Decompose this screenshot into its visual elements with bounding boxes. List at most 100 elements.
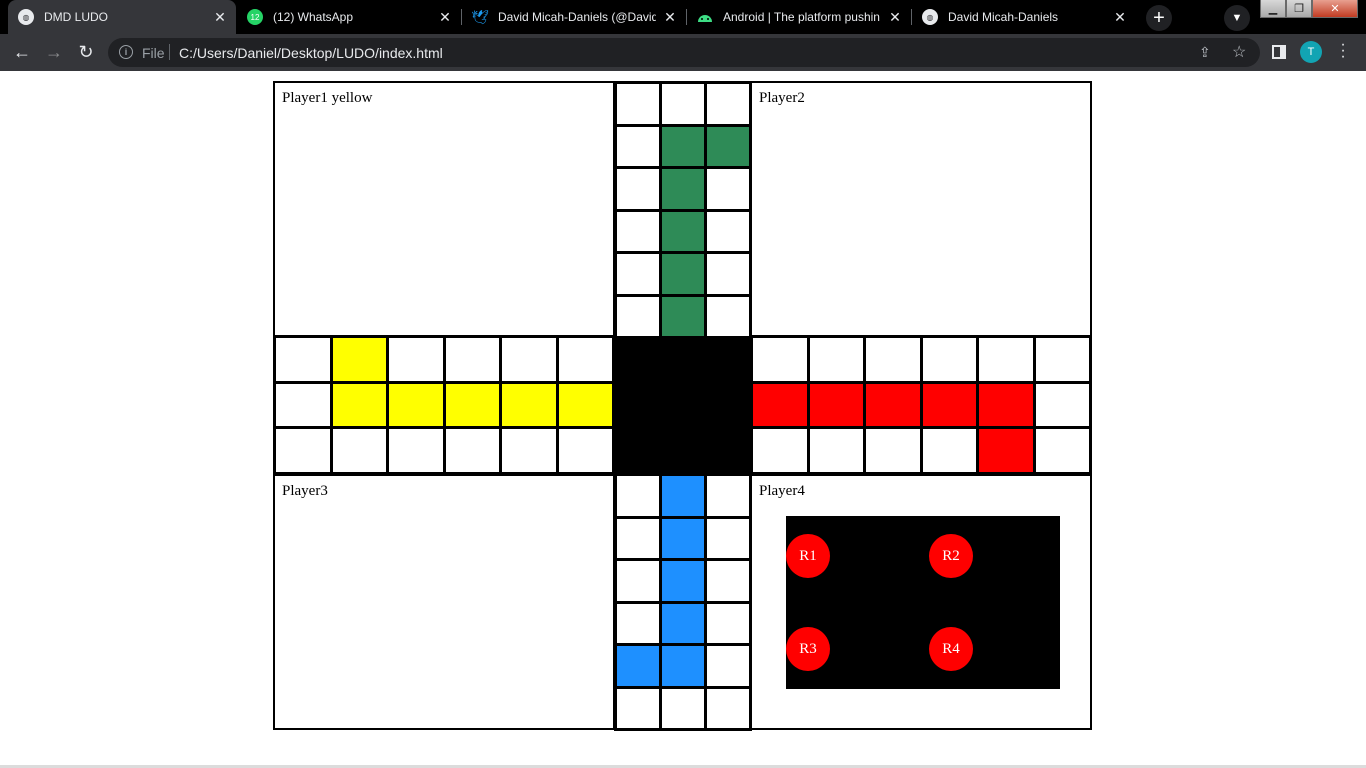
track-cell — [976, 335, 1036, 384]
side-panel-icon[interactable] — [1272, 45, 1286, 59]
globe-icon: ◍ — [18, 9, 34, 25]
tab-title: DMD LUDO — [44, 10, 109, 24]
track-cell — [614, 166, 662, 212]
home-player1-yellow: Player1 yellow — [273, 81, 615, 337]
track-cell — [704, 166, 752, 212]
home-label: Player2 — [759, 90, 805, 106]
track-cell — [442, 335, 502, 384]
tab-dmd-ludo[interactable]: ◍ DMD LUDO ✕ — [8, 0, 236, 34]
track-cell — [1032, 426, 1092, 475]
track-cell — [659, 81, 707, 127]
track-cell — [863, 335, 923, 384]
tab-title: David Micah-Daniels — [948, 10, 1059, 24]
track-cell — [806, 380, 866, 429]
track-cell — [329, 335, 389, 384]
tab-twitter[interactable]: 🕊 David Micah-Daniels (@David ✕ — [462, 0, 686, 34]
token-r2[interactable]: R2 — [929, 534, 973, 578]
whatsapp-badge: 12 — [250, 12, 260, 22]
track-cell — [704, 685, 752, 731]
track-cell — [614, 515, 662, 561]
browser-toolbar: ← → ↻ i File C:/Users/Daniel/Desktop/LUD… — [0, 34, 1366, 71]
tab-strip: ◍ DMD LUDO ✕ 12 (12) WhatsApp ✕ 🕊 David … — [0, 0, 1366, 34]
info-icon[interactable]: i — [119, 45, 133, 59]
ludo-board: Player1 yellow Player2 Player3 Player4 R… — [273, 81, 1093, 731]
track-cell — [704, 600, 752, 646]
android-icon — [697, 9, 713, 25]
track-cell — [659, 166, 707, 212]
kebab-menu-icon[interactable]: · · · — [1336, 37, 1350, 65]
track-cell — [614, 251, 662, 297]
player4-token-base: R1 R2 R3 R4 — [786, 516, 1060, 689]
track-cell — [273, 380, 333, 429]
close-icon[interactable]: ✕ — [212, 9, 228, 25]
close-icon[interactable]: ✕ — [662, 9, 678, 25]
tab-search-chevron-icon[interactable]: ▼ — [1224, 5, 1250, 31]
track-cell — [976, 426, 1036, 475]
track-cell — [555, 380, 615, 429]
track-cell — [614, 293, 662, 339]
new-tab-button[interactable]: + — [1146, 5, 1172, 31]
track-cell — [704, 251, 752, 297]
tab-david-micah-daniels[interactable]: ◍ David Micah-Daniels ✕ — [912, 0, 1136, 34]
track-cell — [273, 426, 333, 475]
whatsapp-icon: 12 — [247, 9, 263, 25]
maximize-button[interactable]: ❐ — [1286, 0, 1312, 18]
track-cell — [750, 426, 810, 475]
track-cell — [659, 515, 707, 561]
track-cell — [750, 380, 810, 429]
token-r4[interactable]: R4 — [929, 627, 973, 671]
twitter-icon: 🕊 — [471, 8, 489, 25]
track-cell — [329, 426, 389, 475]
home-player3: Player3 — [273, 474, 615, 730]
close-icon[interactable]: ✕ — [437, 9, 453, 25]
track-cell — [659, 473, 707, 519]
token-r1[interactable]: R1 — [786, 534, 830, 578]
track-cell — [704, 208, 752, 254]
window-close-button[interactable]: ✕ — [1312, 0, 1358, 18]
minimize-button[interactable]: ▁ — [1260, 0, 1286, 18]
track-cell — [1032, 380, 1092, 429]
home-label: Player4 — [759, 483, 805, 499]
track-cell — [659, 600, 707, 646]
track-cell — [659, 685, 707, 731]
track-cell — [919, 335, 979, 384]
tab-whatsapp[interactable]: 12 (12) WhatsApp ✕ — [237, 0, 461, 34]
tab-title: David Micah-Daniels (@David — [498, 10, 656, 24]
profile-avatar[interactable]: T — [1300, 41, 1322, 63]
track-cell — [919, 380, 979, 429]
track-cell — [614, 208, 662, 254]
address-bar[interactable]: i File C:/Users/Daniel/Desktop/LUDO/inde… — [108, 38, 1260, 67]
address-url[interactable]: C:/Users/Daniel/Desktop/LUDO/index.html — [179, 45, 443, 61]
forward-arrow-icon[interactable]: → — [42, 40, 66, 64]
close-icon[interactable]: ✕ — [1112, 9, 1128, 25]
track-cell — [614, 81, 662, 127]
tab-android[interactable]: Android | The platform pushin ✕ — [687, 0, 911, 34]
track-cell — [659, 558, 707, 604]
back-arrow-icon[interactable]: ← — [10, 40, 34, 64]
track-cell — [499, 335, 559, 384]
address-divider — [169, 44, 170, 60]
reload-icon[interactable]: ↻ — [74, 40, 98, 64]
track-cell — [499, 380, 559, 429]
track-cell — [919, 426, 979, 475]
tab-title: Android | The platform pushin — [723, 10, 880, 24]
track-cell — [614, 685, 662, 731]
track-cell — [750, 335, 810, 384]
home-player4: Player4 R1 R2 R3 R4 — [750, 474, 1092, 730]
center-finish — [614, 335, 752, 475]
track-cell — [614, 600, 662, 646]
track-cell — [704, 123, 752, 169]
token-r3[interactable]: R3 — [786, 627, 830, 671]
close-icon[interactable]: ✕ — [887, 9, 903, 25]
track-cell — [614, 643, 662, 689]
track-cell — [659, 123, 707, 169]
home-label: Player1 yellow — [282, 90, 373, 106]
track-cell — [329, 380, 389, 429]
home-player2: Player2 — [750, 81, 1092, 337]
track-cell — [386, 335, 446, 384]
track-cell — [659, 251, 707, 297]
share-icon[interactable]: ⇪ — [1199, 44, 1211, 61]
track-cell — [499, 426, 559, 475]
address-scheme: File — [142, 45, 165, 61]
bookmark-star-icon[interactable]: ☆ — [1232, 42, 1246, 62]
